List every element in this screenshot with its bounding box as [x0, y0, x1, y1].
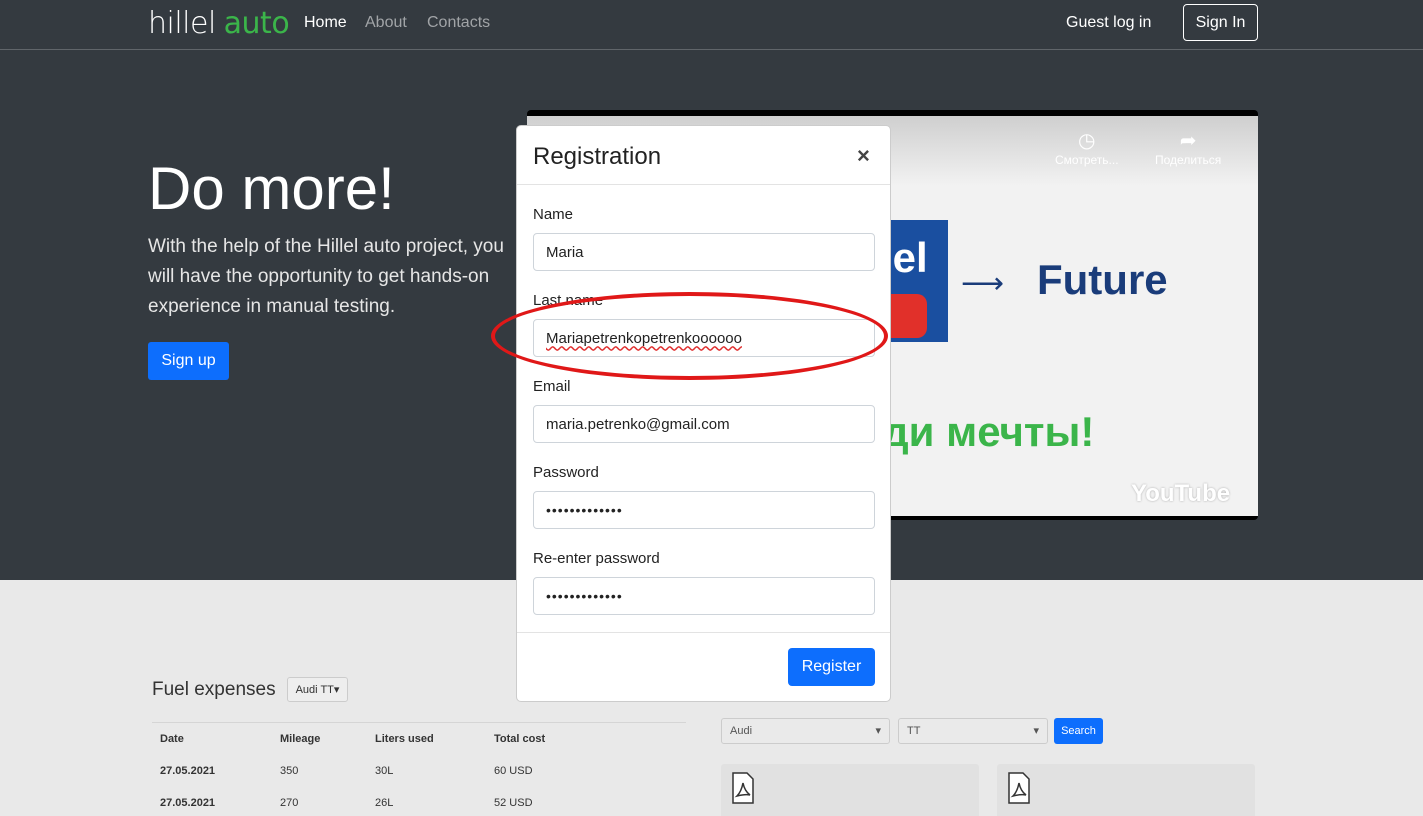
- repassword-label: Re-enter password: [533, 550, 660, 567]
- email-field[interactable]: maria.petrenko@gmail.com: [533, 405, 875, 443]
- repassword-field[interactable]: •••••••••••••: [533, 577, 875, 615]
- register-button[interactable]: Register: [788, 648, 875, 686]
- modal-header: Registration ×: [517, 126, 890, 185]
- password-label: Password: [533, 464, 599, 481]
- last-name-label: Last name: [533, 292, 604, 309]
- password-field[interactable]: •••••••••••••: [533, 491, 875, 529]
- name-field[interactable]: Maria: [533, 233, 875, 271]
- name-label: Name: [533, 206, 574, 223]
- modal-title: Registration: [533, 143, 662, 170]
- modal-footer-divider: [517, 632, 890, 633]
- registration-modal: Registration × Name Maria Last name Mari…: [516, 125, 891, 702]
- last-name-field[interactable]: Mariapetrenkopetrenkoooooo: [533, 319, 875, 357]
- email-label: Email: [533, 378, 571, 395]
- close-icon[interactable]: ×: [857, 143, 870, 169]
